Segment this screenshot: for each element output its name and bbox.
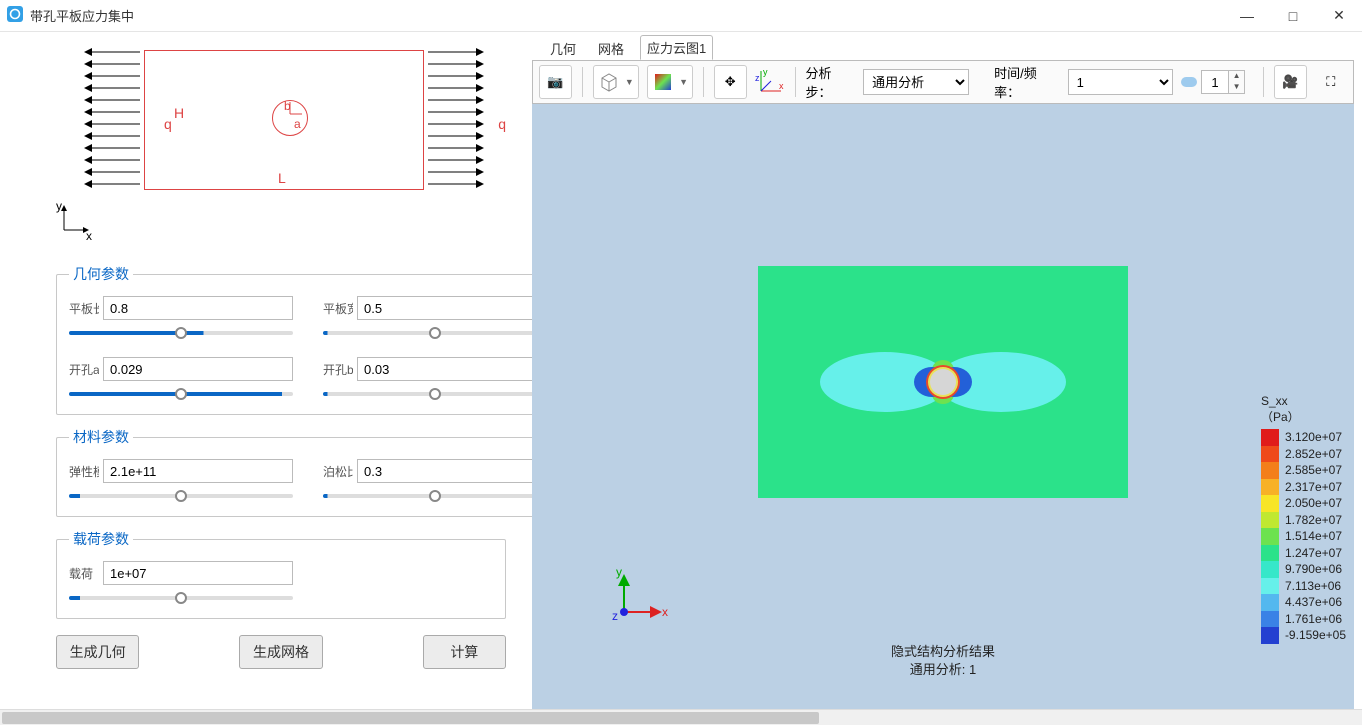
chevron-down-icon: ▼ xyxy=(625,77,634,87)
frame-spinner-buttons[interactable]: ▲▼ xyxy=(1229,70,1245,94)
problem-diagram: H L q q b a y xyxy=(56,50,506,250)
poisson-input[interactable] xyxy=(357,459,547,483)
plate-outline xyxy=(144,50,424,190)
poisson-label: 泊松比 xyxy=(323,463,353,480)
frame-spinner-input[interactable] xyxy=(1201,70,1229,94)
svg-text:x: x xyxy=(779,81,784,91)
compute-button[interactable]: 计算 xyxy=(423,635,506,669)
result-tabs: 几何 网格 应力云图1 xyxy=(544,36,1362,60)
plate-width-slider[interactable] xyxy=(323,326,547,340)
hole-a-input[interactable] xyxy=(103,357,293,381)
time-freq-label: 时间/频率： xyxy=(994,63,1060,101)
plate-length-slider[interactable] xyxy=(69,326,293,340)
fullscreen-icon: ⛶ xyxy=(1326,74,1335,90)
geometry-params-group: 几何参数 平板长 平板宽 xyxy=(56,264,560,415)
axis-triad-button[interactable]: x y z xyxy=(755,67,785,97)
frame-spinner[interactable]: ▲▼ xyxy=(1181,70,1245,94)
screenshot-button[interactable]: 📷 xyxy=(539,65,572,99)
plate-length-label: 平板长 xyxy=(69,300,99,317)
window-titlebar: 带孔平板应力集中 — □ ✕ xyxy=(0,0,1362,32)
results-panel: 几何 网格 应力云图1 📷 ▼ ▼ ✥ x y xyxy=(524,32,1362,709)
window-close-button[interactable]: ✕ xyxy=(1316,0,1362,32)
load-q-label: 载荷 xyxy=(69,565,99,582)
tab-geometry[interactable]: 几何 xyxy=(544,37,582,60)
hole-b-input[interactable] xyxy=(357,357,547,381)
hole-a-label: 开孔a xyxy=(69,361,99,378)
time-freq-select[interactable]: 1 xyxy=(1068,69,1173,95)
camera-icon: 📷 xyxy=(547,74,563,90)
load-params-group: 载荷参数 载荷 xyxy=(56,529,506,619)
poisson-slider[interactable] xyxy=(323,489,547,503)
analysis-step-label: 分析步： xyxy=(805,63,855,101)
svg-text:y: y xyxy=(56,200,62,213)
elastic-modulus-input[interactable] xyxy=(103,459,293,483)
load-legend: 载荷参数 xyxy=(69,529,133,549)
label-q-right: q xyxy=(498,116,506,132)
axis-triad-icon: x y z xyxy=(755,67,785,97)
svg-text:y: y xyxy=(763,67,768,77)
result-caption: 隐式结构分析结果 通用分析: 1 xyxy=(891,643,995,679)
app-icon xyxy=(6,5,24,26)
move-icon: ✥ xyxy=(725,74,736,90)
tab-stress-contour[interactable]: 应力云图1 xyxy=(640,35,713,60)
viewport-toolbar: 📷 ▼ ▼ ✥ x y z 分析步： xyxy=(532,60,1354,104)
svg-text:x: x xyxy=(86,229,92,240)
plate-width-label: 平板宽 xyxy=(323,300,353,317)
generate-geometry-button[interactable]: 生成几何 xyxy=(56,635,139,669)
result-viewport[interactable]: x y z 隐式结构分析结果 通用分析: 1 S_xx（Pa） 3.120e+0… xyxy=(532,104,1354,709)
pan-button[interactable]: ✥ xyxy=(714,65,747,99)
hole-b-slider[interactable] xyxy=(323,387,547,401)
svg-text:x: x xyxy=(662,605,668,619)
viewport-axis-triad: x y z xyxy=(612,564,672,629)
tab-mesh[interactable]: 网格 xyxy=(592,37,630,60)
svg-text:z: z xyxy=(612,609,618,623)
elastic-modulus-slider[interactable] xyxy=(69,489,293,503)
colormap-button[interactable]: ▼ xyxy=(647,65,693,99)
load-arrows-right xyxy=(428,46,484,190)
color-legend: S_xx（Pa） 3.120e+072.852e+072.585e+072.31… xyxy=(1261,394,1346,644)
window-maximize-button[interactable]: □ xyxy=(1270,0,1316,32)
load-arrows-left xyxy=(84,46,140,190)
colormap-icon xyxy=(652,71,674,93)
analysis-step-select[interactable]: 通用分析 xyxy=(863,69,968,95)
axis-xy-icon: y x xyxy=(56,200,96,245)
video-camera-icon: 🎥 xyxy=(1282,74,1298,90)
hole-a-slider[interactable] xyxy=(69,387,293,401)
window-title: 带孔平板应力集中 xyxy=(30,6,134,25)
load-q-slider[interactable] xyxy=(69,591,293,605)
cube-icon xyxy=(598,71,620,93)
material-params-group: 材料参数 弹性模 泊松比 xyxy=(56,427,560,517)
horizontal-scrollbar[interactable] xyxy=(0,709,1362,725)
material-legend: 材料参数 xyxy=(69,427,133,447)
svg-text:y: y xyxy=(616,565,622,579)
svg-text:z: z xyxy=(755,73,760,83)
fullscreen-button[interactable]: ⛶ xyxy=(1315,65,1347,99)
plate-width-input[interactable] xyxy=(357,296,547,320)
plate-length-input[interactable] xyxy=(103,296,293,320)
view-cube-button[interactable]: ▼ xyxy=(593,65,639,99)
hole-b-label: 开孔b xyxy=(323,361,353,378)
scrollbar-thumb[interactable] xyxy=(2,712,819,724)
chevron-down-icon: ▼ xyxy=(679,77,688,87)
parameter-panel: H L q q b a y xyxy=(0,32,524,709)
elastic-modulus-label: 弹性模 xyxy=(69,463,99,480)
window-minimize-button[interactable]: — xyxy=(1224,0,1270,32)
generate-mesh-button[interactable]: 生成网格 xyxy=(239,635,322,669)
geometry-legend: 几何参数 xyxy=(69,264,133,284)
toggle-icon xyxy=(1181,77,1197,87)
load-q-input[interactable] xyxy=(103,561,293,585)
record-button[interactable]: 🎥 xyxy=(1274,65,1307,99)
contour-plot xyxy=(758,266,1128,498)
